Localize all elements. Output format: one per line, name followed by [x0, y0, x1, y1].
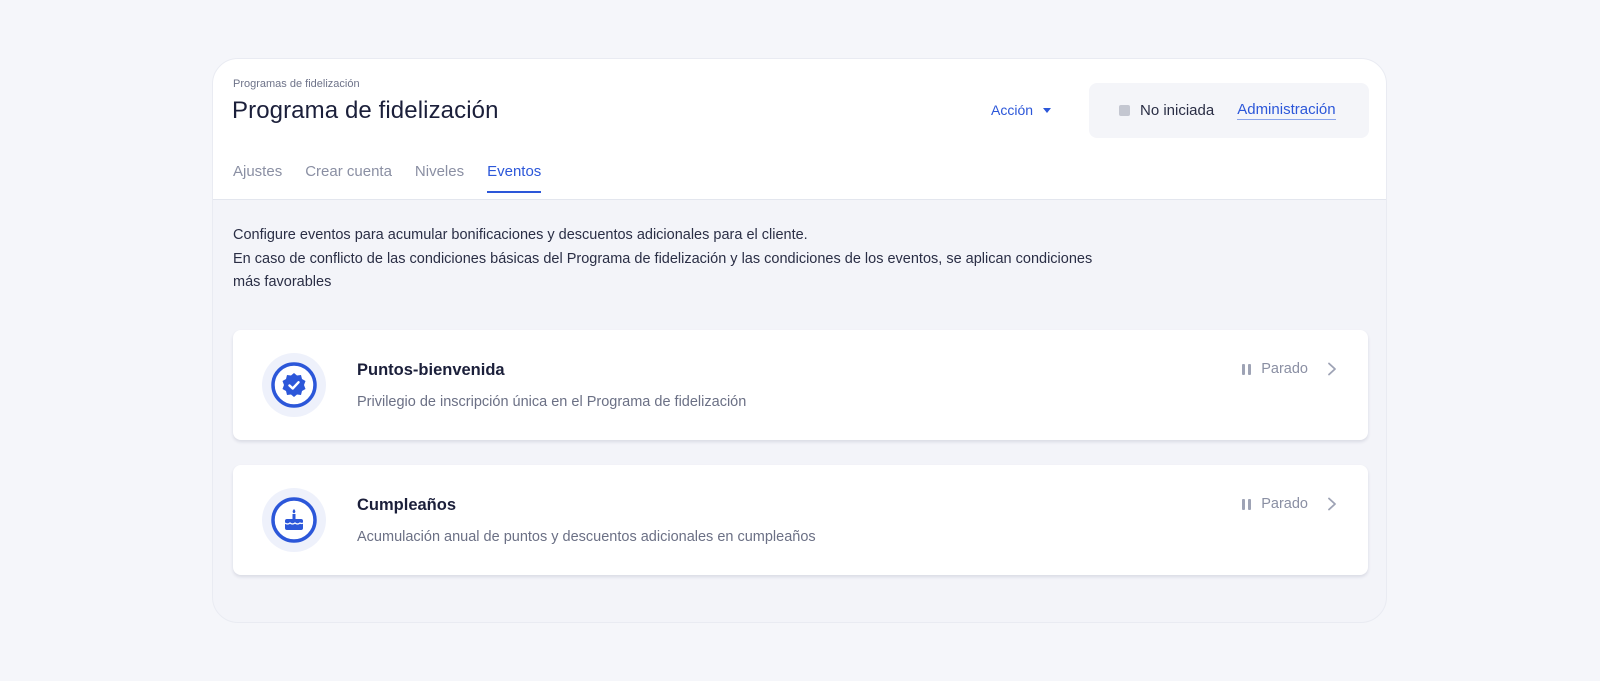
page-title: Programa de fidelización: [232, 97, 499, 124]
chevron-right-icon[interactable]: [1326, 497, 1338, 511]
badge-check-icon: [262, 353, 326, 417]
panel-header: Programas de fidelización Programa de fi…: [213, 59, 1386, 200]
loyalty-program-panel: Programas de fidelización Programa de fi…: [212, 58, 1387, 623]
pause-icon: [1242, 363, 1252, 375]
event-status: Parado: [1242, 361, 1338, 377]
event-status: Parado: [1242, 496, 1338, 512]
description-line-1: Configure eventos para acumular bonifica…: [233, 227, 808, 243]
action-dropdown[interactable]: Acción: [991, 102, 1052, 118]
status-label: No iniciada: [1140, 102, 1215, 119]
breadcrumb[interactable]: Programas de fidelización: [233, 78, 360, 90]
action-dropdown-label: Acción: [991, 102, 1034, 118]
status-indicator-icon: [1119, 105, 1130, 116]
event-status-label: Parado: [1261, 496, 1308, 512]
event-subtitle: Privilegio de inscripción única en el Pr…: [357, 394, 747, 410]
chevron-right-icon[interactable]: [1326, 362, 1338, 376]
tab-bar: Ajustes Crear cuenta Niveles Eventos: [233, 163, 564, 193]
tab-niveles[interactable]: Niveles: [415, 163, 464, 192]
event-card-welcome-points[interactable]: Puntos-bienvenida Privilegio de inscripc…: [233, 330, 1368, 440]
event-subtitle: Acumulación anual de puntos y descuentos…: [357, 529, 816, 545]
program-status-box: No iniciada Administración: [1089, 83, 1369, 138]
tab-ajustes[interactable]: Ajustes: [233, 163, 282, 192]
tab-eventos[interactable]: Eventos: [487, 163, 542, 193]
event-card-birthday[interactable]: Cumpleaños Acumulación anual de puntos y…: [233, 465, 1368, 575]
event-status-label: Parado: [1261, 361, 1308, 377]
event-title: Cumpleaños: [357, 496, 457, 514]
administration-link[interactable]: Administración: [1237, 101, 1336, 120]
caret-down-icon: [1043, 108, 1052, 113]
description-line-2: En caso de conflicto de las condiciones …: [233, 250, 1093, 291]
events-description: Configure eventos para acumular bonifica…: [233, 224, 1093, 295]
birthday-cake-icon: [262, 488, 326, 552]
pause-icon: [1242, 498, 1252, 510]
event-title: Puntos-bienvenida: [357, 361, 505, 379]
tab-crear-cuenta[interactable]: Crear cuenta: [305, 163, 392, 192]
